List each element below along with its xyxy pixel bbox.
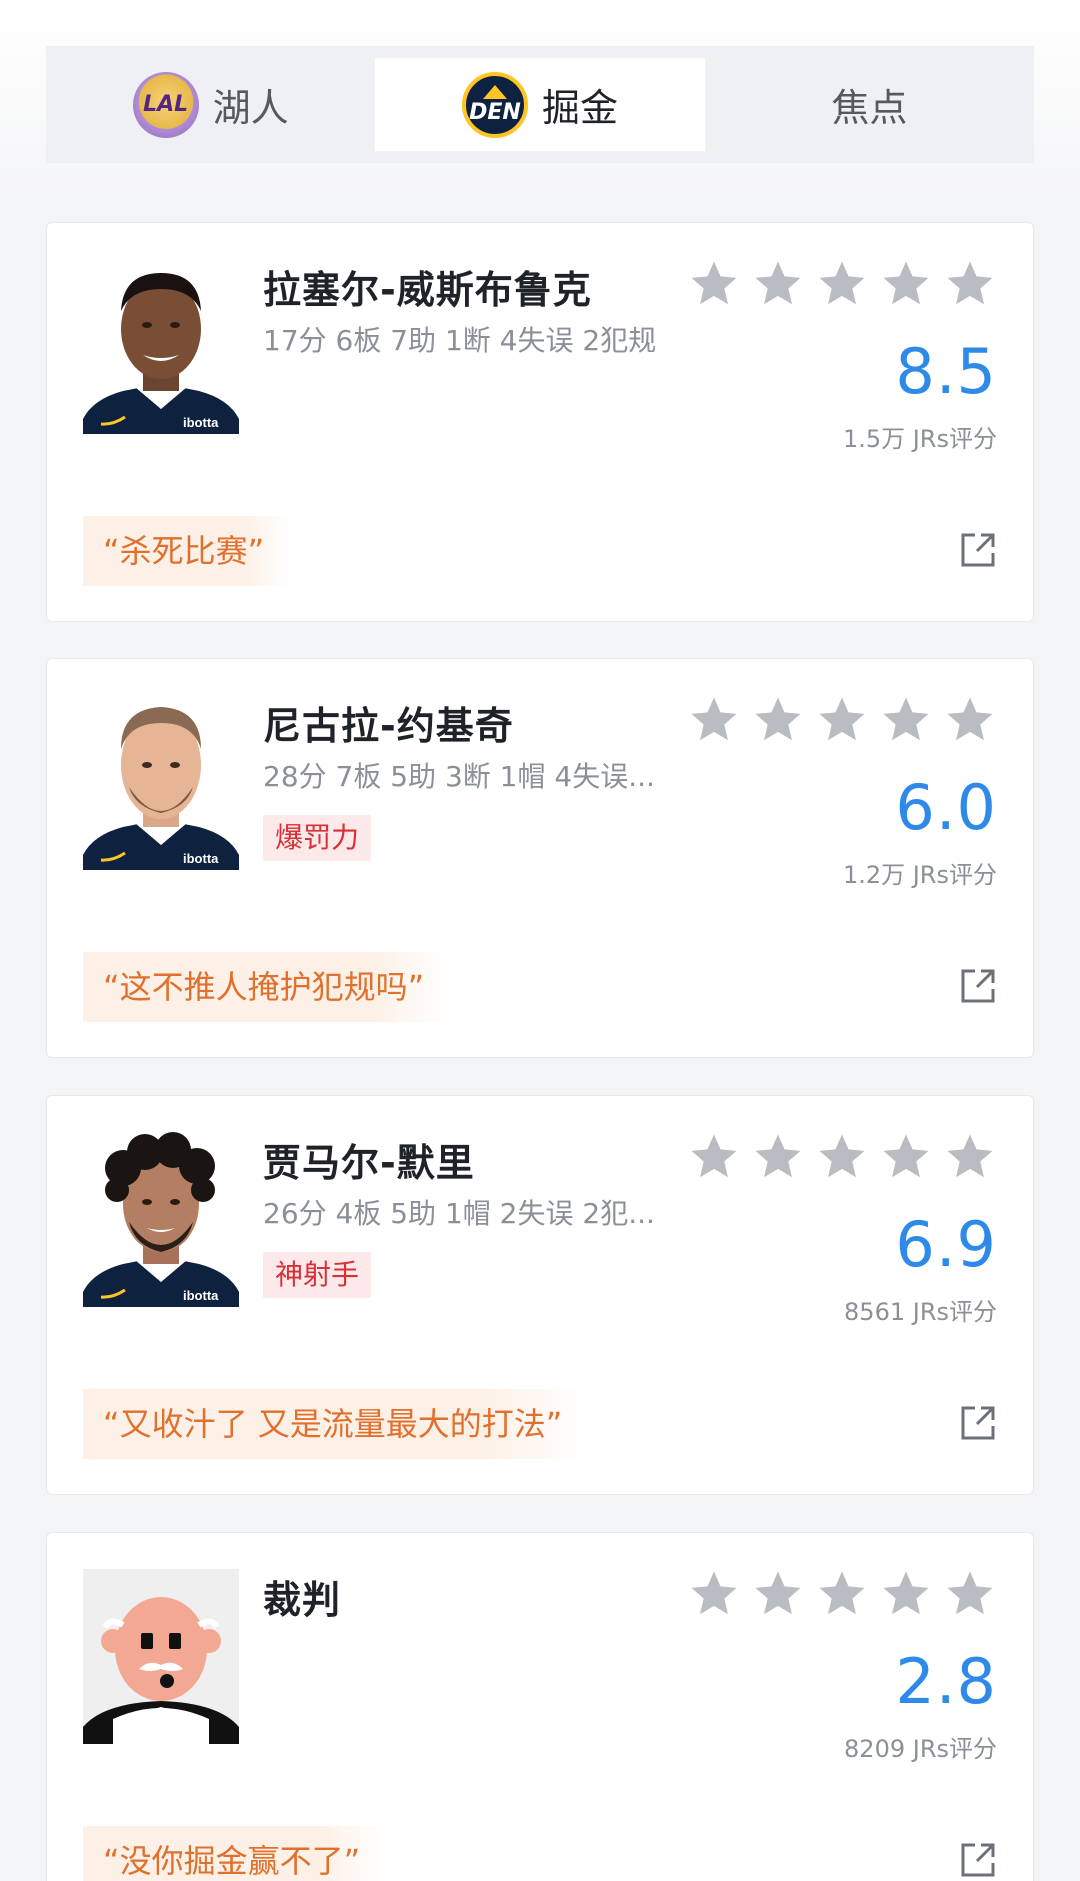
star-icon[interactable] [687,1567,741,1621]
referee-name: 裁判 [263,1578,342,1622]
vote-count: 1.2万 JRs评分 [842,861,997,889]
star-rating[interactable] [687,1130,997,1184]
star-icon[interactable] [687,257,741,311]
average-score: 8.5 [895,335,997,408]
star-icon[interactable] [751,693,805,747]
average-score: 6.9 [895,1208,997,1281]
star-icon[interactable] [943,693,997,747]
star-icon[interactable] [943,1130,997,1184]
star-icon[interactable] [815,257,869,311]
player-rating-card[interactable]: ibotta 尼古拉-约基奇 28分 7板 5助 3断 1帽 4失误... 爆罚… [46,658,1034,1058]
player-photo: ibotta [83,259,239,434]
share-icon[interactable] [959,531,997,569]
tab-lakers[interactable]: LAL 湖人 [46,46,375,163]
star-icon[interactable] [751,257,805,311]
star-icon[interactable] [879,693,933,747]
tab-nuggets[interactable]: DEN 掘金 [375,58,705,151]
nuggets-logo-icon: DEN [461,71,528,138]
player-name: 拉塞尔-威斯布鲁克 [263,268,592,312]
player-rating-card[interactable]: ibotta 拉塞尔-威斯布鲁克 17分 6板 7助 1断 4失误 2犯规 8.… [46,222,1034,622]
average-score: 2.8 [895,1645,997,1718]
referee-rating-card[interactable]: 裁判 2.8 8209 JRs评分 “没你掘金赢不了” [46,1532,1034,1881]
star-icon[interactable] [815,693,869,747]
svg-text:ibotta: ibotta [183,1288,219,1303]
tab-label: 掘金 [541,86,618,130]
star-icon[interactable] [879,257,933,311]
team-tab-bar: LAL 湖人 DEN 掘金 焦点 [46,46,1034,163]
star-icon[interactable] [687,1130,741,1184]
player-stats: 17分 6板 7助 1断 4失误 2犯规 [263,324,657,357]
share-icon[interactable] [959,1841,997,1879]
player-name: 贾马尔-默里 [263,1141,475,1185]
player-stats: 26分 4板 5助 1帽 2失误 2犯... [263,1197,655,1230]
player-rating-card[interactable]: ibotta 贾马尔-默里 26分 4板 5助 1帽 2失误 2犯... 神射手… [46,1095,1034,1495]
top-comment-quote[interactable]: “没你掘金赢不了” [83,1826,385,1881]
top-comment-quote[interactable]: “这不推人掩护犯规吗” [83,952,449,1022]
top-comment-quote[interactable]: “又收汁了 又是流量最大的打法” [83,1389,587,1459]
share-icon[interactable] [959,1404,997,1442]
average-score: 6.0 [895,771,997,844]
star-icon[interactable] [815,1567,869,1621]
share-icon[interactable] [959,967,997,1005]
star-icon[interactable] [687,693,741,747]
svg-text:ibotta: ibotta [183,415,219,430]
vote-count: 1.5万 JRs评分 [842,425,997,453]
star-rating[interactable] [687,257,997,311]
tab-label: 焦点 [831,86,908,130]
top-comment-quote[interactable]: “杀死比赛” [83,516,289,586]
lakers-logo-icon: LAL [132,71,199,138]
player-tag-badge: 神射手 [263,1252,372,1298]
star-icon[interactable] [943,257,997,311]
referee-avatar [83,1569,239,1744]
tab-label: 湖人 [212,86,289,130]
star-icon[interactable] [751,1130,805,1184]
star-rating[interactable] [687,693,997,747]
player-name: 尼古拉-约基奇 [263,704,514,748]
page: LAL 湖人 DEN 掘金 焦点 ibotta 拉塞尔-威斯布鲁克 17分 6板… [0,0,1080,1881]
player-tag-badge: 爆罚力 [263,815,372,861]
star-icon[interactable] [815,1130,869,1184]
star-icon[interactable] [879,1130,933,1184]
star-icon[interactable] [943,1567,997,1621]
player-photo: ibotta [83,1132,239,1307]
vote-count: 8561 JRs评分 [844,1298,997,1326]
star-icon[interactable] [751,1567,805,1621]
vote-count: 8209 JRs评分 [844,1735,997,1763]
star-rating[interactable] [687,1567,997,1621]
tab-focus[interactable]: 焦点 [705,46,1034,163]
star-icon[interactable] [879,1567,933,1621]
svg-text:ibotta: ibotta [183,851,219,866]
player-stats: 28分 7板 5助 3断 1帽 4失误... [263,760,655,793]
player-photo: ibotta [83,695,239,870]
